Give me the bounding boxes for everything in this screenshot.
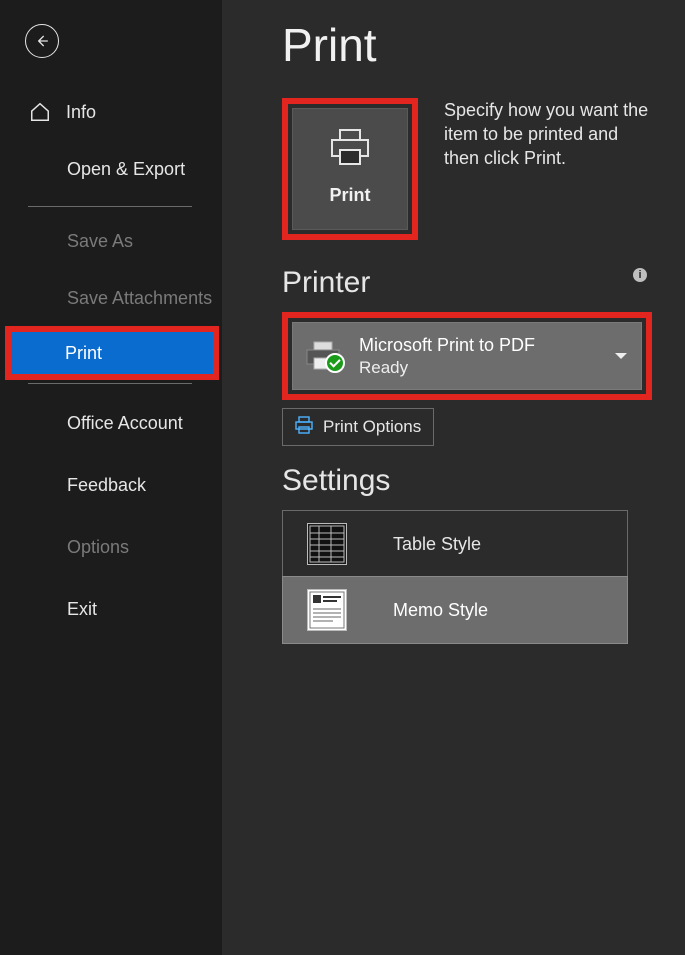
- sidebar-item-label: Exit: [67, 599, 97, 620]
- sidebar-nav: Info Open & Export Save As Save Attachme…: [0, 86, 222, 640]
- sidebar-item-label: Save As: [67, 231, 133, 252]
- settings-item-table-style[interactable]: Table Style: [283, 511, 627, 577]
- print-options-icon: [295, 416, 313, 439]
- sidebar-divider-bottom: [28, 383, 192, 384]
- info-icon[interactable]: i: [633, 268, 647, 282]
- sidebar-item-save-attachments: Save Attachments: [0, 267, 222, 329]
- sidebar-item-print[interactable]: Print: [8, 329, 216, 377]
- printer-header-label: Printer: [282, 266, 370, 300]
- sidebar-item-label: Info: [66, 102, 96, 123]
- print-options-button[interactable]: Print Options: [282, 408, 434, 446]
- settings-item-label: Memo Style: [393, 600, 488, 621]
- print-button-label: Print: [329, 185, 370, 206]
- settings-item-label: Table Style: [393, 534, 481, 555]
- chevron-down-icon: [615, 353, 627, 359]
- settings-section-header: Settings: [282, 464, 653, 498]
- printer-dropdown[interactable]: Microsoft Print to PDF Ready: [292, 322, 642, 390]
- sidebar-item-office-account[interactable]: Office Account: [0, 392, 222, 454]
- main-panel: Print Print Specify how you want the ite…: [222, 0, 685, 955]
- highlight-print-tile: Print: [282, 98, 418, 240]
- settings-header-label: Settings: [282, 464, 390, 498]
- sidebar-item-save-as: Save As: [0, 215, 222, 267]
- printer-icon: [328, 128, 372, 173]
- highlight-printer-select: Microsoft Print to PDF Ready: [282, 312, 652, 400]
- memo-style-icon: [307, 589, 347, 631]
- settings-item-memo-style[interactable]: Memo Style: [283, 577, 627, 643]
- sidebar-item-options: Options: [0, 516, 222, 578]
- print-description: Specify how you want the item to be prin…: [444, 98, 653, 170]
- settings-list: Table Style Memo Style: [282, 510, 628, 644]
- printer-section-header: Printer i: [282, 266, 653, 300]
- backstage-sidebar: Info Open & Export Save As Save Attachme…: [0, 0, 222, 955]
- printer-name: Microsoft Print to PDF: [359, 335, 535, 356]
- print-options-label: Print Options: [323, 417, 421, 437]
- arrow-left-icon: [34, 33, 50, 49]
- sidebar-item-label: Open & Export: [67, 159, 185, 180]
- sidebar-item-feedback[interactable]: Feedback: [0, 454, 222, 516]
- sidebar-item-label: Options: [67, 537, 129, 558]
- sidebar-item-label: Office Account: [67, 413, 183, 434]
- sidebar-item-label: Feedback: [67, 475, 146, 496]
- sidebar-item-open-export[interactable]: Open & Export: [0, 138, 222, 200]
- sidebar-item-info[interactable]: Info: [0, 86, 222, 138]
- print-button[interactable]: Print: [292, 108, 408, 230]
- printer-status: Ready: [359, 358, 535, 378]
- page-title: Print: [282, 18, 653, 72]
- sidebar-divider: [28, 206, 192, 207]
- print-block: Print Specify how you want the item to b…: [282, 98, 653, 240]
- back-button[interactable]: [25, 24, 59, 58]
- printer-status-icon: [303, 341, 343, 371]
- sidebar-item-exit[interactable]: Exit: [0, 578, 222, 640]
- printer-text: Microsoft Print to PDF Ready: [359, 335, 535, 378]
- table-style-icon: [307, 523, 347, 565]
- home-icon: [28, 101, 52, 123]
- sidebar-item-label: Print: [65, 343, 102, 364]
- app-root: Info Open & Export Save As Save Attachme…: [0, 0, 685, 955]
- sidebar-item-label: Save Attachments: [67, 288, 212, 309]
- ready-check-icon: [325, 353, 345, 373]
- highlight-sidebar-print: Print: [8, 329, 216, 377]
